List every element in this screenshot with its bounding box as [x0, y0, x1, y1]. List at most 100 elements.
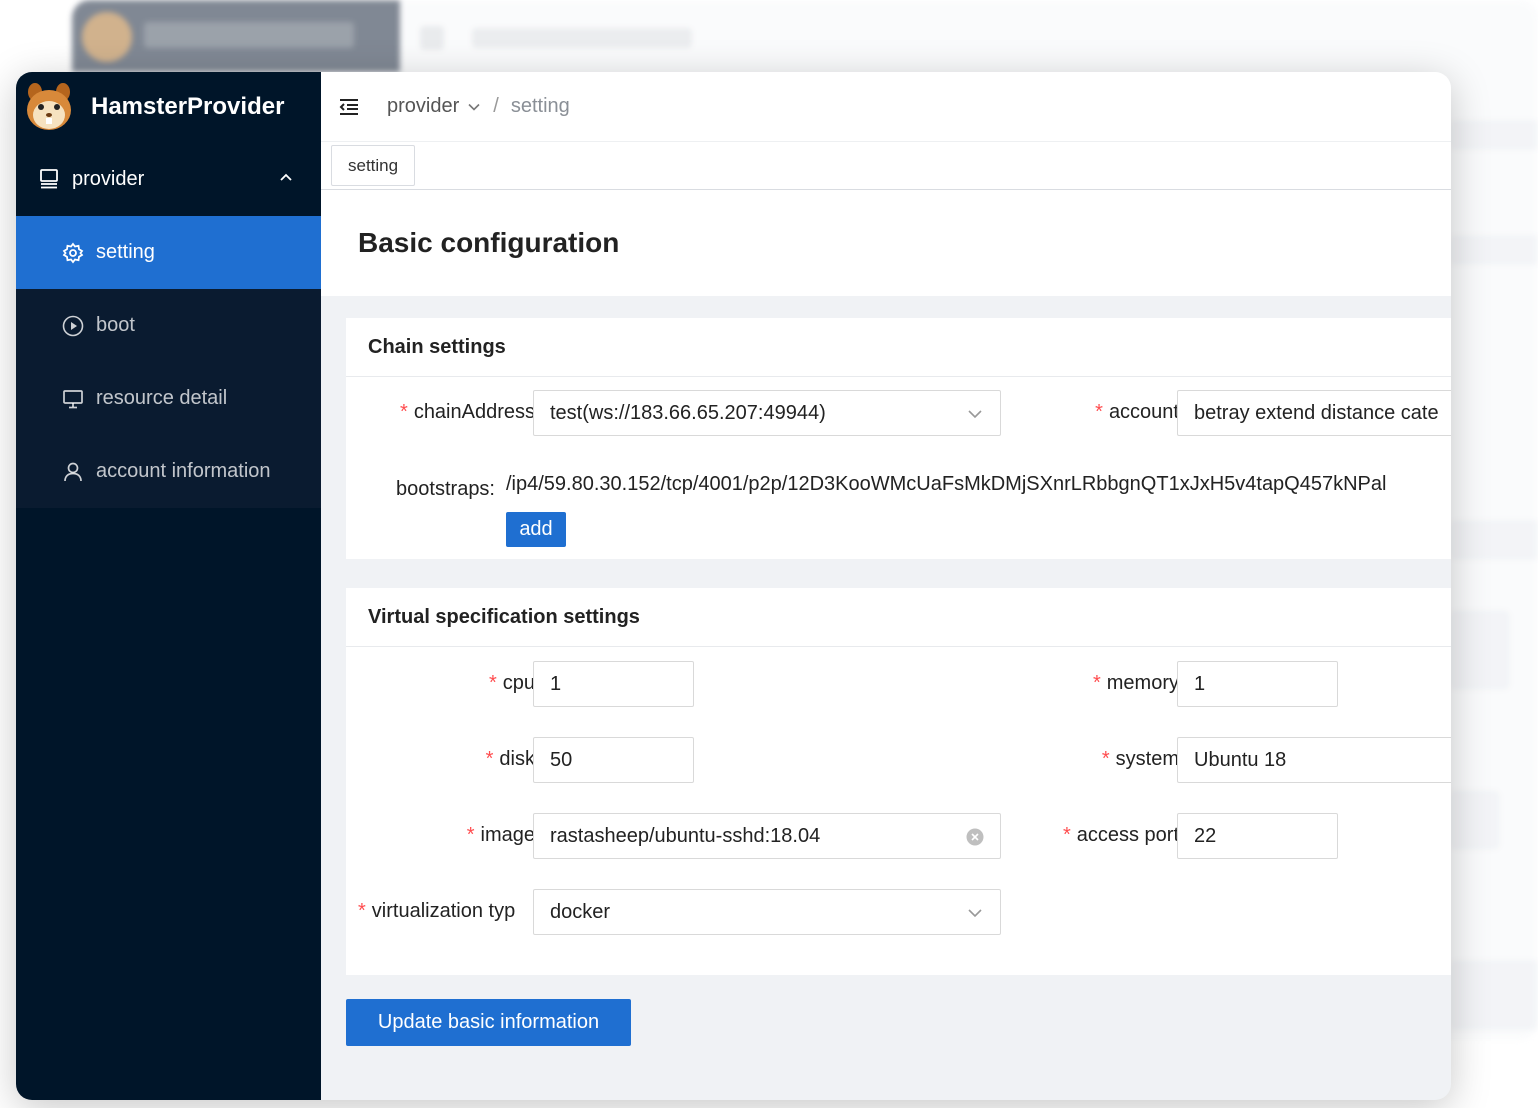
- sidebar-group-label: provider: [72, 167, 145, 190]
- header: provider / setting: [321, 72, 1451, 142]
- background-menu-icon: [420, 26, 444, 50]
- chevron-down-icon: [968, 909, 982, 918]
- page-title: Basic configuration: [358, 227, 620, 258]
- background-block: [1450, 960, 1538, 1030]
- background-block: [1450, 790, 1500, 850]
- add-bootstrap-button[interactable]: add: [506, 512, 566, 547]
- background-block: [1450, 520, 1538, 560]
- clear-icon[interactable]: [966, 828, 984, 846]
- background-breadcrumb: [472, 28, 692, 48]
- tab-setting[interactable]: setting: [331, 145, 416, 186]
- background-sidebar-header: [72, 0, 400, 72]
- required-mark: *: [485, 748, 494, 770]
- system-select[interactable]: Ubuntu 18: [1177, 737, 1451, 783]
- background-block: [1450, 610, 1510, 690]
- memory-label: * memory: [1093, 672, 1179, 695]
- breadcrumb-parent-label: provider: [387, 95, 460, 117]
- brand[interactable]: HamsterProvider: [16, 72, 321, 142]
- access-port-label: * access port: [1063, 824, 1179, 847]
- label-text: chainAddress: [413, 401, 535, 423]
- input-value: 22: [1194, 824, 1217, 847]
- app-name: HamsterProvider: [91, 93, 285, 120]
- breadcrumb-parent[interactable]: provider: [387, 95, 481, 118]
- card-title: Chain settings: [346, 318, 1451, 377]
- label-text: system: [1115, 748, 1179, 770]
- cpu-input[interactable]: 1: [533, 661, 694, 707]
- sidebar-item-label: resource detail: [96, 387, 228, 409]
- label-text: memory: [1106, 672, 1179, 694]
- label-text: image: [480, 824, 535, 846]
- disk-label: * disk: [486, 748, 535, 771]
- system-label: * system: [1102, 748, 1179, 771]
- chain-address-select[interactable]: test(ws://183.66.65.207:49944): [533, 390, 1001, 436]
- sidebar-group-provider[interactable]: provider: [16, 142, 321, 216]
- select-value: docker: [550, 900, 611, 923]
- input-value: 50: [550, 748, 573, 771]
- sidebar: HamsterProvider provider setting boot re…: [16, 72, 321, 1100]
- background-title: [144, 22, 354, 48]
- hamster-logo-icon: [24, 82, 74, 132]
- sidebar-item-resource-detail[interactable]: resource detail: [16, 362, 321, 435]
- input-value: 1: [550, 672, 562, 695]
- required-mark: *: [400, 401, 408, 423]
- account-input[interactable]: betray extend distance cate: [1177, 390, 1451, 436]
- label-text: disk: [499, 748, 535, 770]
- update-basic-information-button[interactable]: Update basic information: [346, 999, 631, 1046]
- monitor-icon: [63, 389, 83, 408]
- required-mark: *: [1095, 401, 1103, 423]
- bootstrap-address: /ip4/59.80.30.152/tcp/4001/p2p/12D3KooWM…: [506, 473, 1387, 495]
- virtualization-type-label: * virtualization typ: [358, 900, 534, 923]
- server-icon: [40, 169, 58, 189]
- select-value: test(ws://183.66.65.207:49944): [550, 401, 826, 424]
- page-header: Basic configuration: [321, 190, 1451, 296]
- gear-icon: [62, 242, 84, 263]
- background-logo: [82, 12, 132, 62]
- breadcrumb-current: setting: [510, 95, 570, 117]
- sidebar-item-label: account information: [96, 460, 271, 482]
- input-value: betray extend distance cate: [1194, 401, 1439, 424]
- label-text: account: [1108, 401, 1179, 423]
- background-block: [1450, 235, 1538, 265]
- label-text: access port: [1076, 824, 1179, 846]
- disk-input[interactable]: 50: [533, 737, 694, 783]
- cpu-label: * cpu: [489, 672, 535, 695]
- required-mark: *: [488, 672, 497, 694]
- required-mark: *: [1062, 824, 1071, 846]
- virtual-settings-card: Virtual specification settings * cpu 1 * m…: [346, 588, 1451, 975]
- sidebar-submenu: setting boot resource detail account inf…: [16, 216, 321, 508]
- app-window: HamsterProvider provider setting boot re…: [16, 72, 1451, 1100]
- chevron-down-icon: [468, 103, 480, 111]
- select-value: Ubuntu 18: [1194, 748, 1287, 771]
- required-mark: *: [358, 900, 366, 922]
- image-label: * image: [467, 824, 535, 847]
- account-label: * account: [1095, 401, 1179, 424]
- breadcrumb-separator: /: [493, 95, 499, 117]
- sidebar-item-label: boot: [96, 314, 135, 336]
- sidebar-item-account-information[interactable]: account information: [16, 435, 321, 508]
- virtualization-type-select[interactable]: docker: [533, 889, 1001, 935]
- menu-fold-icon[interactable]: [337, 95, 361, 119]
- required-mark: *: [1101, 748, 1110, 770]
- required-mark: *: [1092, 672, 1101, 694]
- sidebar-item-setting[interactable]: setting: [16, 216, 321, 289]
- label-text: cpu: [502, 672, 535, 694]
- memory-input[interactable]: 1: [1177, 661, 1338, 707]
- chain-settings-card: Chain settings * chainAddress test(ws://1…: [346, 318, 1451, 559]
- main-content: provider / setting setting Basic configu…: [321, 72, 1451, 1100]
- input-value: 1: [1194, 672, 1206, 695]
- user-icon: [64, 462, 82, 481]
- play-circle-icon: [62, 315, 84, 336]
- tab-bar: setting: [321, 142, 1451, 190]
- chevron-up-icon: [280, 173, 292, 181]
- input-value: rastasheep/ubuntu-sshd:18.04: [550, 824, 821, 847]
- access-port-input[interactable]: 22: [1177, 813, 1338, 859]
- background-block: [1450, 120, 1538, 150]
- sidebar-item-boot[interactable]: boot: [16, 289, 321, 362]
- image-input[interactable]: rastasheep/ubuntu-sshd:18.04: [533, 813, 1001, 859]
- chain-address-label: * chainAddress: [400, 401, 535, 424]
- label-text: virtualization typ: [371, 900, 516, 922]
- card-title: Virtual specification settings: [346, 588, 1451, 647]
- chevron-down-icon: [968, 410, 982, 419]
- bootstraps-label: bootstraps:: [396, 478, 495, 500]
- required-mark: *: [466, 824, 475, 846]
